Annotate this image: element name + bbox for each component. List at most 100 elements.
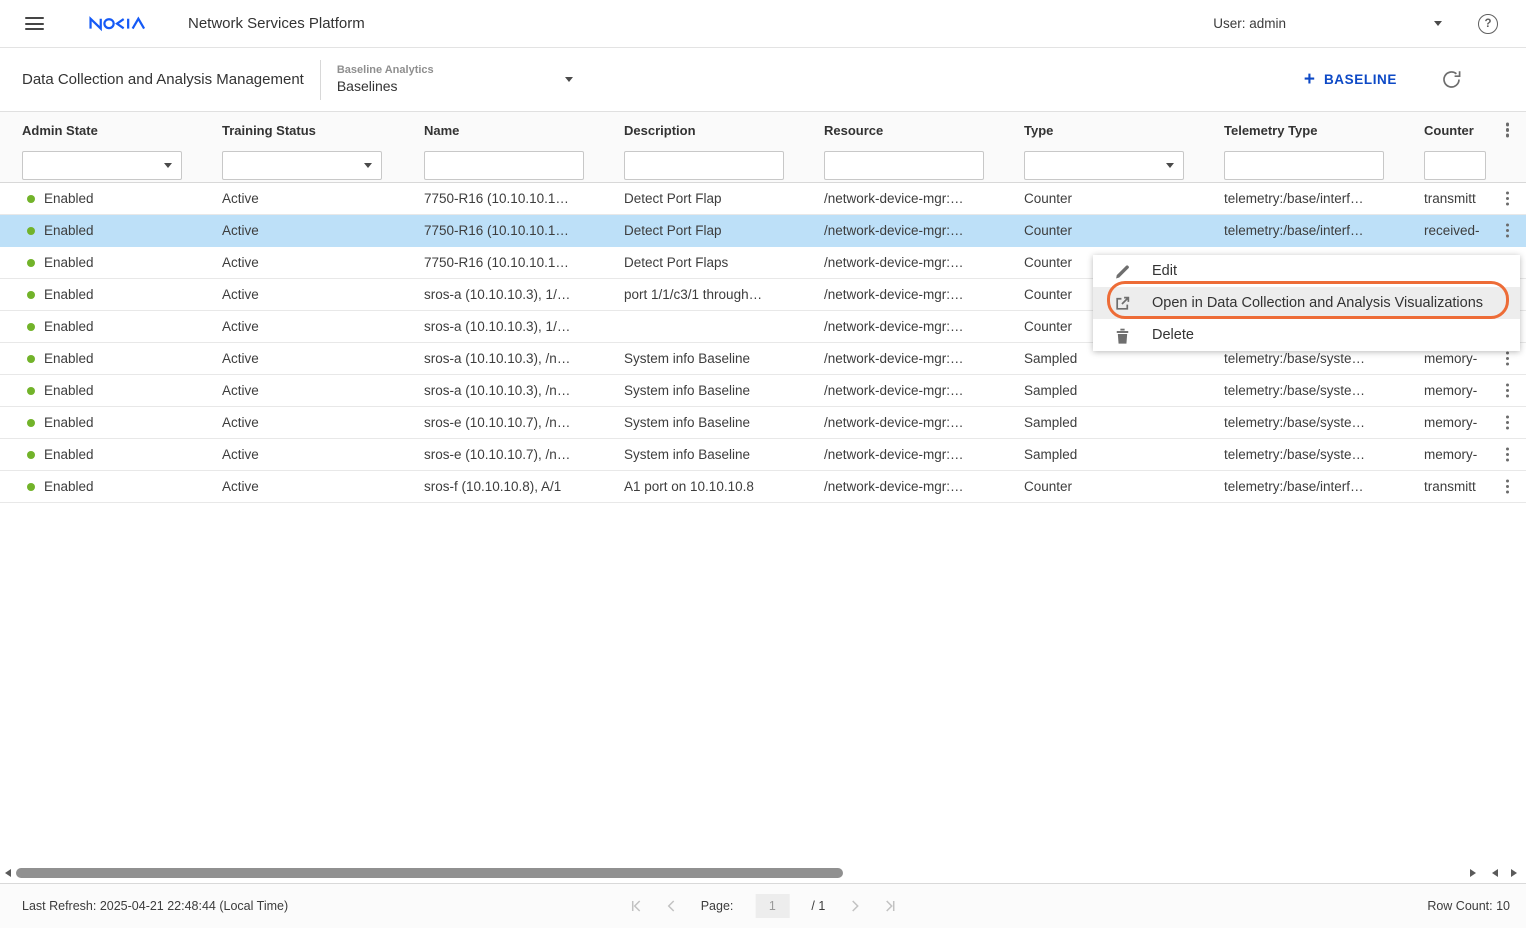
cell-name: sros-e (10.10.10.7), /n… xyxy=(424,415,624,430)
cell-counter: memory- xyxy=(1424,447,1489,462)
filter-type[interactable] xyxy=(1024,151,1184,180)
filter-telemetry-type-input[interactable] xyxy=(1225,152,1383,179)
last-page-icon[interactable] xyxy=(883,899,897,913)
filter-description[interactable] xyxy=(624,151,784,180)
menu-item-edit[interactable]: Edit xyxy=(1093,255,1520,287)
cell-counter: transmitt xyxy=(1424,191,1489,206)
cell-training-status: Active xyxy=(222,415,424,430)
cell-type: Sampled xyxy=(1024,383,1224,398)
filter-row xyxy=(0,148,1526,183)
row-actions-icon[interactable] xyxy=(1489,447,1526,462)
status-dot-icon xyxy=(27,483,35,491)
cell-admin-state: Enabled xyxy=(22,479,222,494)
table-row[interactable]: EnabledActivesros-f (10.10.10.8), A/1A1 … xyxy=(0,471,1526,503)
menu-item-open-in-visualizations[interactable]: Open in Data Collection and Analysis Vis… xyxy=(1093,287,1520,319)
filter-name-input[interactable] xyxy=(425,152,583,179)
cell-name: sros-a (10.10.10.3), 1/… xyxy=(424,287,624,302)
cell-description: Detect Port Flap xyxy=(624,191,824,206)
column-header-description[interactable]: Description xyxy=(624,123,824,138)
cell-description: System info Baseline xyxy=(624,415,824,430)
filter-resource[interactable] xyxy=(824,151,984,180)
scroll-right-icon[interactable] xyxy=(1470,869,1476,877)
cell-counter: received- xyxy=(1424,223,1489,238)
filter-admin-state[interactable] xyxy=(22,151,182,180)
column-header-name[interactable]: Name xyxy=(424,123,624,138)
open-in-new-icon xyxy=(1114,295,1131,312)
status-dot-icon xyxy=(27,195,35,203)
cell-type: Counter xyxy=(1024,223,1224,238)
hamburger-menu-icon[interactable] xyxy=(25,17,44,30)
cell-telemetry-type: telemetry:/base/syste… xyxy=(1224,383,1424,398)
cell-resource: /network-device-mgr:… xyxy=(824,351,1024,366)
filter-training-status[interactable] xyxy=(222,151,382,180)
cell-resource: /network-device-mgr:… xyxy=(824,479,1024,494)
cell-name: sros-a (10.10.10.3), 1/… xyxy=(424,319,624,334)
filter-description-input[interactable] xyxy=(625,152,783,179)
cell-type: Sampled xyxy=(1024,351,1224,366)
cell-name: sros-a (10.10.10.3), /n… xyxy=(424,351,624,366)
horizontal-scrollbar xyxy=(0,864,1526,882)
page-columns-left-icon[interactable] xyxy=(1492,869,1498,877)
chevron-down-icon[interactable] xyxy=(1434,21,1442,26)
menu-item-delete[interactable]: Delete xyxy=(1093,319,1520,351)
filter-telemetry-type[interactable] xyxy=(1224,151,1384,180)
row-actions-icon[interactable] xyxy=(1489,383,1526,398)
cell-description: System info Baseline xyxy=(624,351,824,366)
column-settings-icon[interactable] xyxy=(1489,123,1526,138)
column-header-resource[interactable]: Resource xyxy=(824,123,1024,138)
filter-resource-input[interactable] xyxy=(825,152,983,179)
row-actions-icon[interactable] xyxy=(1489,479,1526,494)
row-context-menu: Edit Open in Data Collection and Analysi… xyxy=(1093,255,1520,351)
filter-name[interactable] xyxy=(424,151,584,180)
toolbar: Data Collection and Analysis Management … xyxy=(0,48,1526,112)
cell-resource: /network-device-mgr:… xyxy=(824,255,1024,270)
user-menu[interactable]: User: admin xyxy=(1213,16,1286,31)
status-dot-icon xyxy=(27,451,35,459)
cell-training-status: Active xyxy=(222,255,424,270)
row-actions-icon[interactable] xyxy=(1489,223,1526,238)
cell-resource: /network-device-mgr:… xyxy=(824,415,1024,430)
previous-page-icon[interactable] xyxy=(665,899,679,913)
row-count: Row Count: 10 xyxy=(1427,899,1510,913)
column-header-admin-state[interactable]: Admin State xyxy=(22,123,222,138)
row-actions-icon[interactable] xyxy=(1489,351,1526,366)
page-label: Page: xyxy=(701,899,734,913)
cell-telemetry-type: telemetry:/base/syste… xyxy=(1224,447,1424,462)
chevron-down-icon xyxy=(565,77,573,82)
table-row[interactable]: EnabledActivesros-e (10.10.10.7), /n…Sys… xyxy=(0,407,1526,439)
page-number-input[interactable] xyxy=(755,894,789,918)
filter-counter-input[interactable] xyxy=(1425,152,1485,179)
cell-resource: /network-device-mgr:… xyxy=(824,287,1024,302)
view-selector[interactable]: Baseline Analytics Baselines xyxy=(337,64,573,95)
column-header-telemetry-type[interactable]: Telemetry Type xyxy=(1224,123,1424,138)
column-header-counter[interactable]: Counter xyxy=(1424,123,1489,138)
cell-admin-state: Enabled xyxy=(22,319,222,334)
help-icon[interactable]: ? xyxy=(1478,14,1498,34)
column-header-training-status[interactable]: Training Status xyxy=(222,123,424,138)
cell-type: Counter xyxy=(1024,479,1224,494)
next-page-icon[interactable] xyxy=(847,899,861,913)
cell-name: sros-a (10.10.10.3), /n… xyxy=(424,383,624,398)
cell-resource: /network-device-mgr:… xyxy=(824,223,1024,238)
page-total: / 1 xyxy=(811,899,825,913)
first-page-icon[interactable] xyxy=(629,899,643,913)
cell-training-status: Active xyxy=(222,383,424,398)
refresh-icon[interactable] xyxy=(1441,69,1462,90)
add-baseline-button[interactable]: + BASELINE xyxy=(1304,70,1397,89)
row-actions-icon[interactable] xyxy=(1489,191,1526,206)
table-row[interactable]: EnabledActivesros-e (10.10.10.7), /n…Sys… xyxy=(0,439,1526,471)
scroll-left-icon[interactable] xyxy=(5,869,11,877)
status-dot-icon xyxy=(27,355,35,363)
table-row[interactable]: EnabledActivesros-a (10.10.10.3), /n…Sys… xyxy=(0,375,1526,407)
view-selector-value: Baselines xyxy=(337,78,434,96)
table-row[interactable]: EnabledActive7750-R16 (10.10.10.1…Detect… xyxy=(0,183,1526,215)
column-header-type[interactable]: Type xyxy=(1024,123,1224,138)
scrollbar-thumb[interactable] xyxy=(16,868,843,878)
page-columns-right-icon[interactable] xyxy=(1511,869,1517,877)
row-actions-icon[interactable] xyxy=(1489,415,1526,430)
cell-training-status: Active xyxy=(222,223,424,238)
filter-counter[interactable] xyxy=(1424,151,1486,180)
cell-description: Detect Port Flaps xyxy=(624,255,824,270)
pencil-icon xyxy=(1114,263,1131,280)
table-row[interactable]: EnabledActive7750-R16 (10.10.10.1…Detect… xyxy=(0,215,1526,247)
